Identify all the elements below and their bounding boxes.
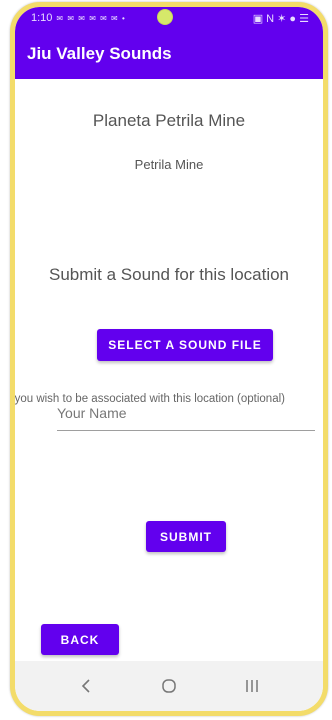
app-title: Jiu Valley Sounds (27, 44, 172, 63)
nav-back-button[interactable] (66, 671, 106, 701)
camera-dot (158, 10, 172, 24)
status-time: 1:10 (31, 12, 53, 24)
your-name-input[interactable] (57, 397, 315, 431)
notification-icons: ✉ ✉ ✉ ✉ ✉ ✉ • (56, 13, 126, 23)
system-nav-bar (15, 661, 323, 711)
location-name: Planeta Petrila Mine (92, 111, 246, 130)
app-bar: Jiu Valley Sounds (15, 29, 323, 79)
back-button[interactable]: BACK (41, 624, 119, 655)
submit-heading: Submit a Sound for this location (48, 265, 290, 284)
select-sound-file-button[interactable]: SELECT A SOUND FILE (97, 329, 273, 361)
circle-home-icon (162, 679, 176, 693)
frame: 1:10 ✉ ✉ ✉ ✉ ✉ ✉ • ▣ N ✶ ● ☰ Jiu Valley … (0, 0, 332, 720)
status-left: 1:10 ✉ ✉ ✉ ✉ ✉ ✉ • (31, 12, 126, 24)
nav-home-button[interactable] (149, 671, 189, 701)
location-subtitle: Petrila Mine (134, 157, 204, 172)
screen: 1:10 ✉ ✉ ✉ ✉ ✉ ✉ • ▣ N ✶ ● ☰ Jiu Valley … (15, 7, 323, 711)
chevron-left-icon (82, 679, 90, 693)
status-right-icons: ▣ N ✶ ● ☰ (252, 12, 309, 25)
recents-icon (245, 680, 258, 692)
nav-recents-button[interactable] (232, 671, 272, 701)
phone-frame: 1:10 ✉ ✉ ✉ ✉ ✉ ✉ • ▣ N ✶ ● ☰ Jiu Valley … (10, 2, 328, 716)
submit-button[interactable]: SUBMIT (146, 521, 226, 552)
